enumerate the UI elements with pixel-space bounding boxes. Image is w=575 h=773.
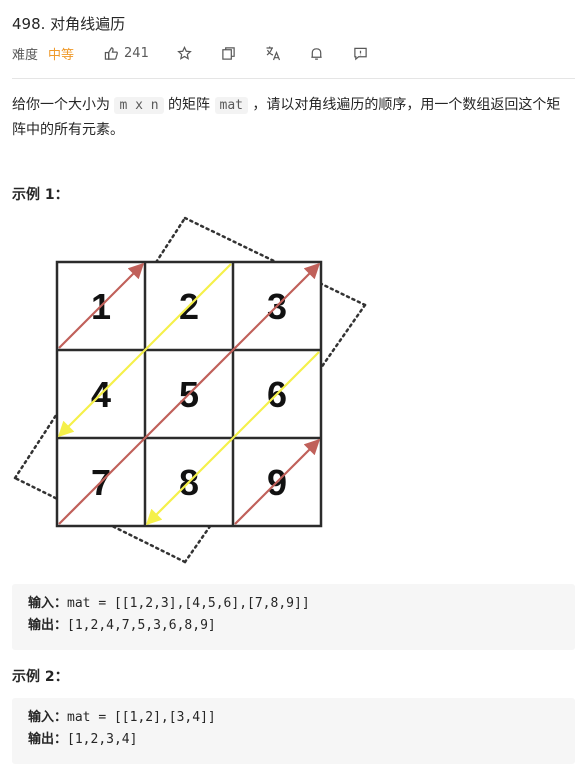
- difficulty-value: 中等: [48, 47, 75, 63]
- example-1-title: 示例 1：: [12, 187, 69, 203]
- example-1-io: 输入：mat = [[1,2,3],[4,5,6],[7,8,9]] 输出：[1…: [12, 584, 575, 650]
- problem-description: 给你一个大小为 m x n 的矩阵 mat ，请以对角线遍历的顺序，用一个数组返…: [12, 93, 572, 142]
- share-button[interactable]: [221, 45, 237, 61]
- example-2-input-label: 输入：: [28, 710, 68, 725]
- header-divider: [12, 78, 575, 79]
- like-button[interactable]: 241: [104, 46, 149, 61]
- problem-title: 498. 对角线遍历: [12, 15, 126, 33]
- star-icon: [177, 45, 193, 60]
- bell-icon: [311, 47, 323, 60]
- code-mat: mat: [214, 97, 248, 114]
- feedback-icon: [354, 47, 368, 60]
- likes-count: 241: [124, 45, 149, 61]
- example-2-output: [1,2,3,4]: [67, 732, 138, 747]
- example-1-output: [1,2,4,7,5,3,6,8,9]: [67, 618, 216, 633]
- code-m-x-n: m x n: [114, 97, 164, 114]
- example-2-output-label: 输出：: [28, 732, 68, 747]
- example-1-input: mat = [[1,2,3],[4,5,6],[7,8,9]]: [67, 596, 310, 611]
- example-2-title: 示例 2：: [12, 669, 69, 685]
- example-1-output-label: 输出：: [28, 618, 68, 633]
- example-1-input-label: 输入：: [28, 596, 68, 611]
- share-icon: [222, 46, 236, 60]
- difficulty-label: 难度: [12, 47, 39, 63]
- diagonal-traversal-diagram: 1 2 3 4 5 6 7 8 9: [13, 216, 367, 564]
- translate-button[interactable]: [265, 45, 281, 61]
- thumbs-up-icon: [104, 46, 118, 60]
- feedback-button[interactable]: [353, 45, 369, 61]
- example-2-io: 输入：mat = [[1,2],[3,4]] 输出：[1,2,3,4]: [12, 698, 575, 764]
- problem-meta-bar: 难度 中等 241: [12, 42, 397, 64]
- favorite-button[interactable]: [177, 45, 193, 61]
- translate-icon: [266, 46, 280, 61]
- desc-text-1: 给你一个大小为: [12, 97, 115, 113]
- example-2-input: mat = [[1,2],[3,4]]: [67, 710, 216, 725]
- subscribe-button[interactable]: [309, 45, 325, 61]
- desc-text-2: 的矩阵: [163, 97, 215, 113]
